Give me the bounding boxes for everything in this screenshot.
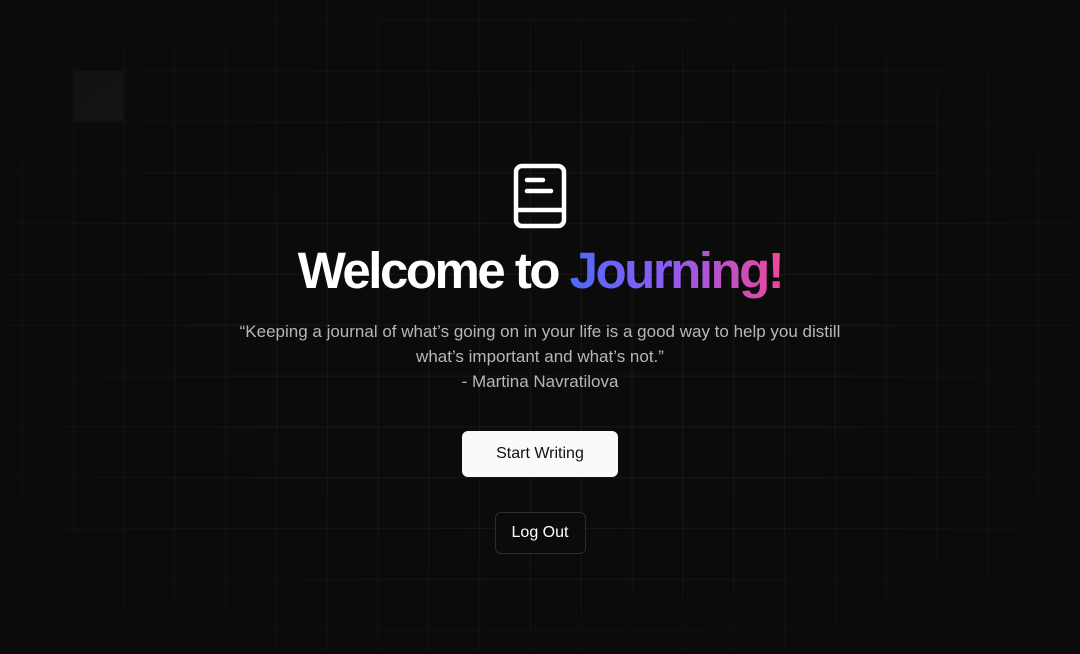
page-title: Welcome to Journing! [297, 242, 785, 299]
quote-author: - Martina Navratilova [461, 372, 619, 391]
title-prefix: Welcome to [297, 242, 570, 299]
brand-name: Journing! [569, 242, 785, 299]
start-writing-button[interactable]: Start Writing [462, 431, 618, 477]
quote-text: “Keeping a journal of what’s going on in… [239, 322, 841, 366]
welcome-page: Welcome to Journing! “Keeping a journal … [0, 0, 1080, 654]
log-out-button[interactable]: Log Out [494, 512, 586, 554]
welcome-content: Welcome to Journing! “Keeping a journal … [0, 0, 1080, 654]
book-icon [513, 163, 567, 229]
